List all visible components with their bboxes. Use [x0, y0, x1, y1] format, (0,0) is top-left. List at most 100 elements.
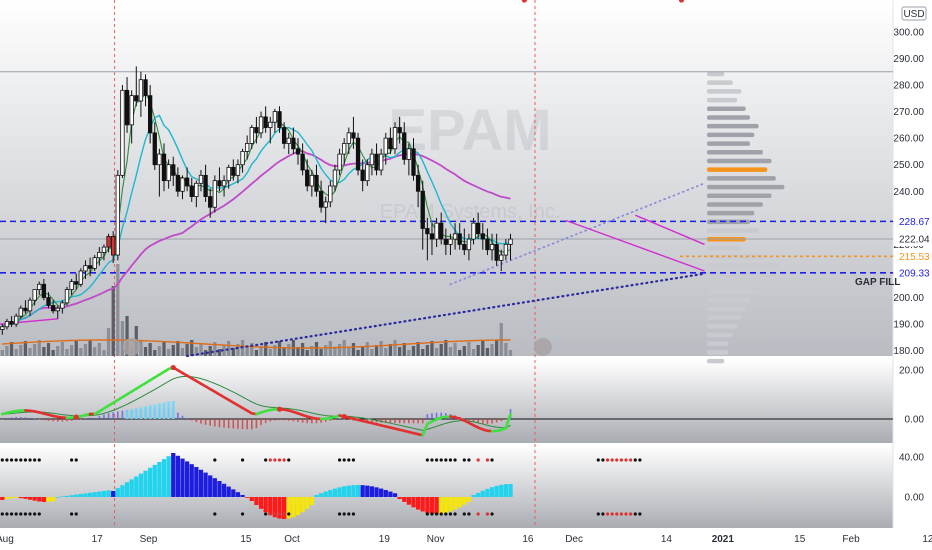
oscillator-bar [101, 491, 107, 497]
volume-bar [314, 342, 319, 356]
squeeze-dot-top [434, 458, 439, 462]
oscillator-bar [328, 490, 333, 497]
volume-bar [171, 345, 175, 356]
macd-histogram-bar [43, 419, 45, 421]
oscillator-bar [471, 495, 476, 497]
oscillator-bar [157, 462, 162, 497]
macd-histogram-bar [292, 419, 295, 422]
macd-histogram-bar [431, 413, 433, 419]
oscillator-bar [485, 488, 490, 497]
macd-cross-dot [170, 364, 176, 371]
macd-histogram-bar [278, 419, 281, 421]
volume-profile-bar [707, 176, 776, 181]
volume-profile-bar [707, 245, 742, 251]
candle-body [443, 238, 448, 245]
oscillator-bar [69, 495, 74, 497]
stock-chart[interactable]: EPAMEPAM Systems, Inc.180.00190.00200.00… [0, 0, 932, 550]
candle-body [494, 244, 499, 261]
squeeze-dot-bottom [476, 512, 480, 516]
oscillator-bar [194, 467, 199, 497]
volume-profile-bar [707, 306, 746, 312]
candle-body [415, 174, 421, 192]
candle-body [129, 95, 134, 126]
macd-histogram-bar [89, 417, 91, 419]
time-tick-label: Dec [565, 534, 583, 545]
candle-body [0, 326, 5, 330]
volume-bar [5, 346, 9, 356]
volume-bar [333, 348, 337, 356]
macd-histogram-bar [84, 418, 87, 419]
oscillator-bar [305, 497, 310, 509]
oscillator-bar [314, 495, 319, 497]
volume-profile-bar [707, 341, 729, 346]
squeeze-dot-bottom [638, 512, 642, 516]
candle-body [217, 180, 222, 187]
candle-body [429, 233, 435, 240]
candle-body [462, 244, 467, 251]
candle-body [226, 166, 231, 182]
oscillator-bar [143, 470, 148, 497]
macd-histogram-bar [227, 419, 230, 429]
oscillator-bar [92, 492, 97, 497]
candle-body [309, 174, 315, 187]
oscillator-bar [245, 497, 250, 498]
candle-body [406, 148, 412, 160]
macd-histogram-bar [24, 417, 27, 419]
candle-body [41, 283, 47, 298]
squeeze-dot-bottom [19, 512, 23, 516]
time-tick-label: 2021 [712, 534, 735, 545]
oscillator-bar [457, 497, 462, 508]
candle-body [365, 164, 370, 182]
macd-histogram-bar [117, 411, 119, 419]
candle-body [64, 289, 70, 304]
price-tick-label: 200.00 [893, 293, 924, 304]
squeeze-dot-top [264, 458, 268, 462]
candle-body [503, 244, 509, 256]
squeeze-dot-bottom [23, 512, 28, 516]
oscillator-bar [342, 486, 347, 497]
price-tick-label: 270.00 [893, 107, 924, 118]
volume-profile-bar [707, 358, 725, 364]
oscillator-bar [466, 497, 472, 502]
volume-bar [393, 340, 397, 356]
macd-histogram-bar [61, 419, 64, 422]
candle-body [378, 153, 384, 171]
price-tick-label: 280.00 [893, 81, 924, 92]
candle-body [97, 251, 102, 259]
volume-profile-bar [707, 289, 759, 294]
candle-body [147, 95, 153, 134]
oscillator-bar [129, 479, 134, 497]
oscillator-bar [254, 497, 259, 506]
squeeze-dot-top [462, 458, 466, 462]
volume-bar [14, 349, 18, 356]
volume-bar [319, 349, 323, 356]
squeeze-dot-bottom [268, 512, 272, 516]
candle-body [203, 174, 208, 197]
volume-bar [111, 286, 115, 356]
oscillator-bar [392, 493, 398, 497]
macd-tick-label: 20.00 [899, 366, 924, 377]
squeeze-dot-bottom [14, 512, 18, 516]
squeeze-dot-bottom [485, 512, 490, 516]
squeeze-dot-top [74, 458, 78, 462]
price-tick-label: 300.00 [893, 27, 924, 38]
candle-body [286, 137, 291, 144]
volume-bar [46, 343, 51, 356]
oscillator-bar [87, 492, 93, 497]
oscillator-bar [189, 464, 194, 497]
squeeze-dot-bottom [601, 512, 605, 516]
oscillator-bar [476, 492, 481, 497]
candle-body [245, 143, 250, 152]
macd-histogram-bar [237, 419, 239, 429]
volume-bar [74, 341, 78, 356]
oscillator-bar [309, 497, 314, 506]
squeeze-dot-bottom [467, 512, 471, 516]
oscillator-bar [263, 497, 268, 513]
squeeze-dot-top [342, 458, 346, 462]
oscillator-bar [203, 472, 208, 497]
squeeze-dot-top [633, 458, 637, 462]
macd-histogram-bar [107, 413, 110, 419]
candle-body [300, 153, 305, 171]
watermark-name: EPAM Systems, Inc. [380, 201, 561, 223]
squeeze-dot-bottom [351, 512, 356, 516]
